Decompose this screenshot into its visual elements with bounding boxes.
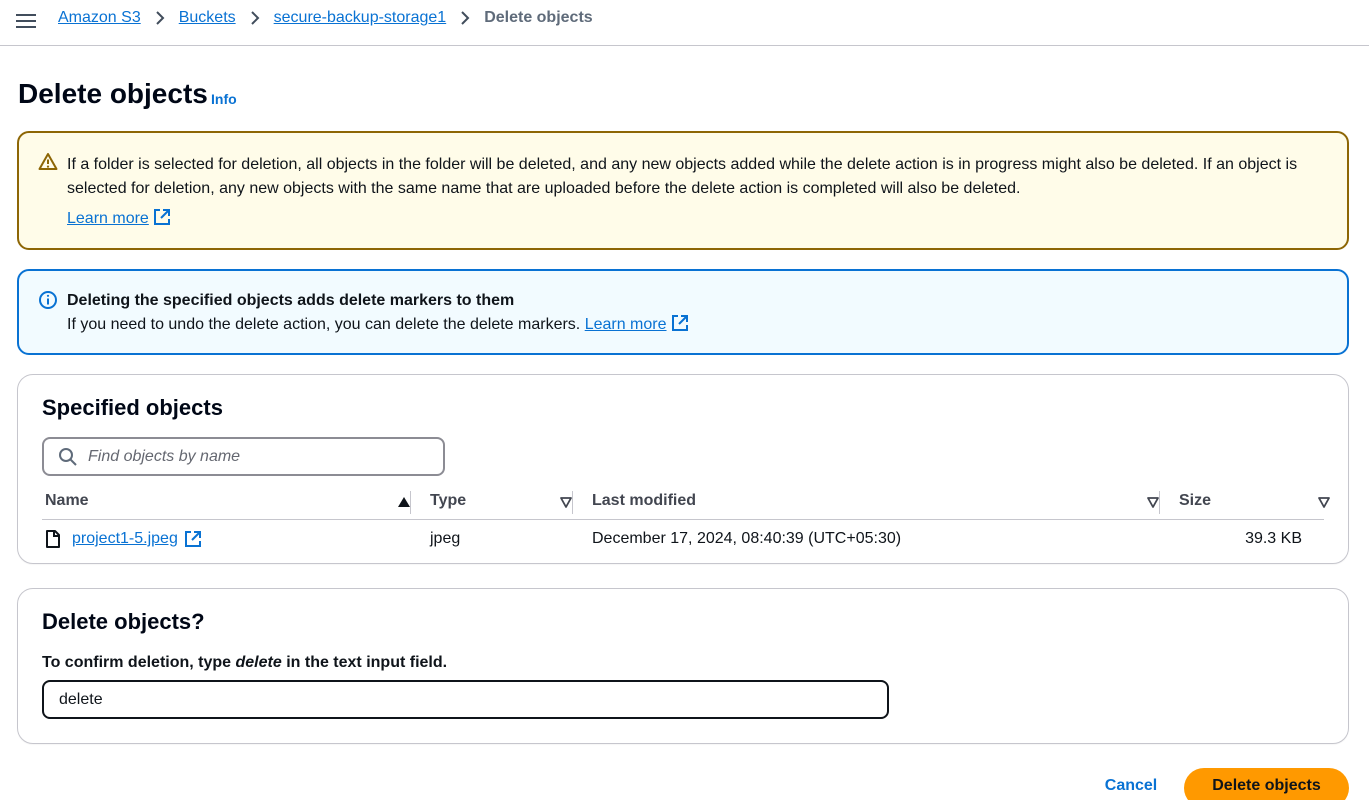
object-size-cell: 39.3 KB <box>1245 530 1302 547</box>
info-icon <box>39 291 57 309</box>
chevron-right-icon <box>236 10 274 26</box>
breadcrumb: Amazon S3 Buckets secure-backup-storage1… <box>58 9 593 27</box>
page-title: Delete objects <box>18 78 208 109</box>
breadcrumb-amazon-s3[interactable]: Amazon S3 <box>58 9 141 27</box>
specified-objects-container: Specified objects Name Type Last modifie… <box>17 374 1349 564</box>
external-link-icon <box>184 531 201 547</box>
warning-learn-more-link[interactable]: Learn more <box>67 210 149 227</box>
delete-confirmation-container: Delete objects? To confirm deletion, typ… <box>17 588 1349 744</box>
sort-icon[interactable] <box>559 495 573 509</box>
top-navigation-bar: Amazon S3 Buckets secure-backup-storage1… <box>0 0 1369 46</box>
external-link-icon <box>153 209 170 225</box>
info-alert-heading: Deleting the specified objects adds dele… <box>67 292 515 309</box>
column-header-name[interactable]: Name <box>45 483 89 519</box>
delete-objects-button[interactable]: Delete objects <box>1184 768 1349 800</box>
column-divider[interactable] <box>572 491 573 514</box>
hamburger-menu-icon[interactable] <box>16 11 36 29</box>
sort-ascending-icon[interactable] <box>397 495 411 509</box>
info-alert: Deleting the specified objects adds dele… <box>17 269 1349 355</box>
column-header-type[interactable]: Type <box>430 483 466 519</box>
chevron-right-icon <box>141 10 179 26</box>
column-header-size[interactable]: Size <box>1179 483 1211 519</box>
column-header-last-modified[interactable]: Last modified <box>592 483 696 519</box>
column-divider[interactable] <box>1159 491 1160 514</box>
breadcrumb-bucket-name[interactable]: secure-backup-storage1 <box>274 9 447 27</box>
confirm-keyword: delete <box>235 654 282 671</box>
search-icon <box>59 447 77 466</box>
specified-objects-title: Specified objects <box>42 395 223 420</box>
confirm-label-prefix: To confirm deletion, type <box>42 654 236 671</box>
table-row: project1-5.jpeg jpeg December 17, 2024, … <box>42 521 1324 557</box>
confirm-title: Delete objects? <box>42 609 205 634</box>
object-type-cell: jpeg <box>430 530 461 547</box>
warning-alert-text: If a folder is selected for deletion, al… <box>67 156 1298 197</box>
warning-icon <box>38 153 58 170</box>
confirm-delete-input[interactable] <box>42 680 889 719</box>
search-input[interactable] <box>88 447 418 466</box>
info-alert-body: If you need to undo the delete action, y… <box>67 313 1317 337</box>
info-learn-more-link[interactable]: Learn more <box>585 316 667 333</box>
cancel-button[interactable]: Cancel <box>1095 772 1167 800</box>
sort-icon[interactable] <box>1317 495 1331 509</box>
external-link-icon <box>671 315 688 331</box>
column-divider[interactable] <box>410 491 411 514</box>
chevron-right-icon <box>446 10 484 26</box>
search-box <box>42 437 445 476</box>
confirm-label: To confirm deletion, type delete in the … <box>42 654 447 672</box>
warning-learn-more: Learn more <box>67 207 1317 231</box>
object-name-link[interactable]: project1-5.jpeg <box>72 530 178 548</box>
breadcrumb-buckets[interactable]: Buckets <box>179 9 236 27</box>
warning-alert: If a folder is selected for deletion, al… <box>17 131 1349 250</box>
table-header: Name Type Last modified Size <box>42 483 1330 520</box>
sort-icon[interactable] <box>1146 495 1160 509</box>
file-icon <box>45 521 61 557</box>
breadcrumb-current: Delete objects <box>484 9 593 26</box>
confirm-label-suffix: in the text input field. <box>281 654 448 671</box>
info-link[interactable]: Info <box>211 91 237 107</box>
object-last-modified-cell: December 17, 2024, 08:40:39 (UTC+05:30) <box>592 530 902 547</box>
object-name-cell: project1-5.jpeg <box>72 521 202 557</box>
info-alert-text: If you need to undo the delete action, y… <box>67 316 581 333</box>
